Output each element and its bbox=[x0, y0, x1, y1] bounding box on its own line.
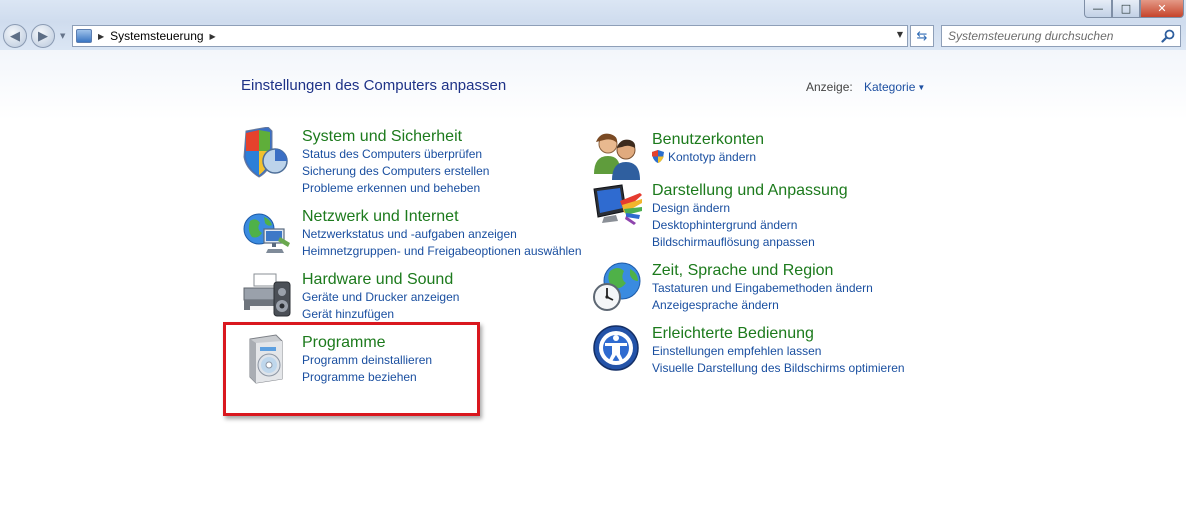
view-mode-value: Kategorie bbox=[864, 80, 916, 94]
close-button[interactable]: ✕ bbox=[1140, 0, 1184, 18]
globe-clock-icon[interactable] bbox=[592, 261, 644, 313]
maximize-button[interactable]: □ bbox=[1112, 0, 1140, 18]
category-title[interactable]: Netzwerk und Internet bbox=[302, 207, 582, 226]
highlight-box bbox=[223, 322, 480, 416]
task-link[interactable]: Tastaturen und Eingabemethoden ändern bbox=[652, 280, 873, 297]
task-link[interactable]: Sicherung des Computers erstellen bbox=[302, 163, 489, 180]
forward-button[interactable]: ▶ bbox=[31, 24, 55, 48]
search-input[interactable] bbox=[948, 26, 1158, 46]
chevron-down-icon: ▼ bbox=[917, 83, 926, 92]
category-title[interactable]: Benutzerkonten bbox=[652, 130, 764, 149]
task-link[interactable]: Design ändern bbox=[652, 200, 848, 217]
control-panel-icon bbox=[76, 29, 92, 43]
category-text: Zeit, Sprache und Region Tastaturen und … bbox=[652, 261, 873, 314]
task-link[interactable]: Probleme erkennen und beheben bbox=[302, 180, 489, 197]
monitor-palette-icon[interactable] bbox=[592, 181, 644, 233]
breadcrumb-separator-icon[interactable]: ▶ bbox=[210, 32, 216, 41]
forward-arrow-icon: ▶ bbox=[38, 28, 48, 44]
minimize-icon: — bbox=[1092, 2, 1104, 15]
category-text: Darstellung und Anpassung Design ändern … bbox=[652, 181, 848, 251]
breadcrumb-separator-icon[interactable]: ▶ bbox=[98, 32, 104, 41]
minimize-button[interactable]: — bbox=[1084, 0, 1112, 18]
task-link[interactable]: Visuelle Darstellung des Bildschirms opt… bbox=[652, 360, 905, 377]
category-title[interactable]: Darstellung und Anpassung bbox=[652, 181, 848, 200]
recent-pages-dropdown[interactable]: ▼ bbox=[60, 32, 65, 40]
task-link[interactable]: Status des Computers überprüfen bbox=[302, 146, 489, 163]
search-box[interactable] bbox=[941, 25, 1181, 47]
category-title[interactable]: Zeit, Sprache und Region bbox=[652, 261, 873, 280]
category-title[interactable]: Hardware und Sound bbox=[302, 270, 459, 289]
page-title: Einstellungen des Computers anpassen bbox=[241, 77, 507, 94]
view-mode-selector[interactable]: Kategorie ▼ bbox=[864, 80, 925, 94]
category-title[interactable]: Erleichterte Bedienung bbox=[652, 324, 905, 343]
breadcrumb-systemsteuerung[interactable]: Systemsteuerung bbox=[110, 29, 203, 43]
category-title[interactable]: System und Sicherheit bbox=[302, 127, 489, 146]
back-button[interactable]: ◀ bbox=[3, 24, 27, 48]
task-link[interactable]: Geräte und Drucker anzeigen bbox=[302, 289, 459, 306]
maximize-icon: □ bbox=[1120, 2, 1132, 15]
globe-network-icon[interactable] bbox=[242, 207, 294, 259]
window-controls: — □ ✕ bbox=[1084, 0, 1184, 18]
task-link[interactable]: Desktophintergrund ändern bbox=[652, 217, 848, 234]
uac-shield-icon bbox=[652, 150, 664, 163]
task-link[interactable]: Gerät hinzufügen bbox=[302, 306, 459, 323]
refresh-icon: ⇆ bbox=[916, 28, 928, 44]
task-link[interactable]: Heimnetzgruppen- und Freigabeoptionen au… bbox=[302, 243, 582, 260]
category-text: Erleichterte Bedienung Einstellungen emp… bbox=[652, 324, 905, 377]
shield-pie-icon[interactable] bbox=[242, 127, 294, 179]
category-text: Netzwerk und Internet Netzwerkstatus und… bbox=[302, 207, 582, 260]
users-icon[interactable] bbox=[592, 130, 644, 182]
search-icon[interactable] bbox=[1161, 29, 1175, 43]
category-text: System und Sicherheit Status des Compute… bbox=[302, 127, 489, 197]
address-bar[interactable]: ▶ Systemsteuerung ▶ ▼ bbox=[72, 25, 908, 47]
control-panel-content: Einstellungen des Computers anpassen Anz… bbox=[0, 50, 1186, 517]
task-link[interactable]: Netzwerkstatus und -aufgaben anzeigen bbox=[302, 226, 582, 243]
close-icon: ✕ bbox=[1157, 2, 1167, 15]
accessibility-icon[interactable] bbox=[592, 324, 644, 376]
category-text: Hardware und Sound Geräte und Drucker an… bbox=[302, 270, 459, 323]
category-text: Benutzerkonten Kontotyp ändern bbox=[652, 130, 764, 166]
refresh-button[interactable]: ⇆ bbox=[910, 25, 934, 47]
task-link-label: Kontotyp ändern bbox=[668, 150, 757, 164]
task-link[interactable]: Bildschirmauflösung anpassen bbox=[652, 234, 848, 251]
task-link[interactable]: Einstellungen empfehlen lassen bbox=[652, 343, 905, 360]
view-by-label: Anzeige: bbox=[806, 80, 853, 94]
address-dropdown-icon[interactable]: ▼ bbox=[897, 30, 903, 39]
printer-speaker-icon[interactable] bbox=[242, 270, 294, 322]
title-bar: — □ ✕ bbox=[0, 0, 1186, 22]
address-bar-row: ◀ ▶ ▼ ▶ Systemsteuerung ▶ ▼ ⇆ bbox=[0, 22, 1186, 50]
task-link[interactable]: Anzeigesprache ändern bbox=[652, 297, 873, 314]
task-link[interactable]: Kontotyp ändern bbox=[652, 149, 764, 166]
back-arrow-icon: ◀ bbox=[10, 28, 20, 44]
